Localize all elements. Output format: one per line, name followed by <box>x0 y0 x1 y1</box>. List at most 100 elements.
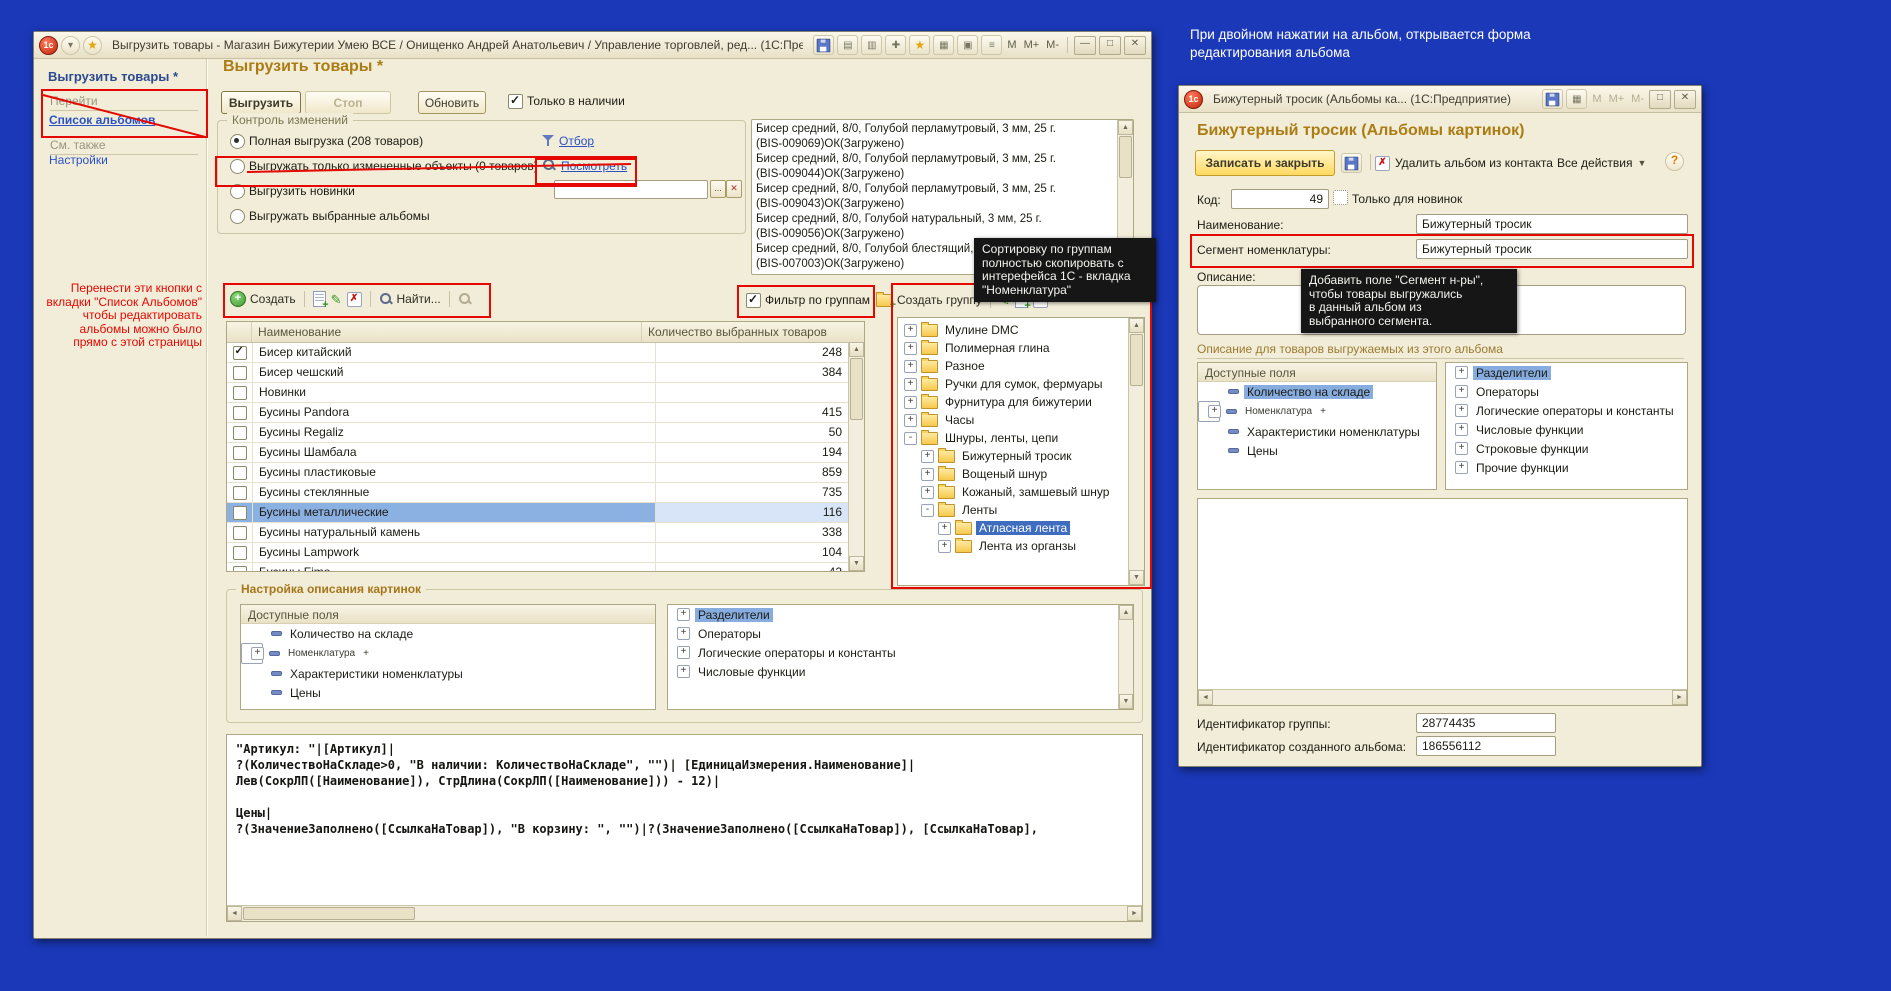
row-checkbox-cell[interactable] <box>227 483 253 502</box>
album-operator-item[interactable]: Числовые функции <box>1446 420 1687 439</box>
choose-button[interactable]: ... <box>710 180 726 198</box>
album-toolbar-save-icon[interactable] <box>1341 153 1362 173</box>
tree-item[interactable]: Атласная лента <box>898 519 1144 537</box>
calculator-icon[interactable]: ≡ <box>981 35 1002 55</box>
minimize-button[interactable]: — <box>1074 36 1096 55</box>
row-checkbox[interactable] <box>233 566 247 573</box>
tree-expander-icon[interactable] <box>904 432 917 445</box>
edit-item-icon[interactable]: ✎ <box>331 293 342 306</box>
table-scroll-thumb[interactable] <box>850 358 863 420</box>
segment-input[interactable]: Бижутерный тросик <box>1416 239 1688 259</box>
calendar-icon[interactable]: ▣ <box>957 35 978 55</box>
tree-item[interactable]: Лента из органзы <box>898 537 1144 555</box>
table-scroll-down-icon[interactable]: ▼ <box>849 556 864 571</box>
row-checkbox[interactable] <box>233 446 247 460</box>
new-items-input[interactable] <box>554 180 708 199</box>
album-scroll-left-icon[interactable]: ◄ <box>1198 690 1213 705</box>
tree-expander-icon[interactable] <box>921 486 934 499</box>
new-items-radio[interactable] <box>230 184 245 199</box>
operator-item[interactable]: Разделители <box>668 605 1133 624</box>
album-operator-item[interactable]: Операторы <box>1446 382 1687 401</box>
row-checkbox[interactable] <box>233 346 247 360</box>
print-preview-icon[interactable]: ▥ <box>861 35 882 55</box>
tree-expander-icon[interactable] <box>904 396 917 409</box>
album-h-scrollbar[interactable]: ◄ ► <box>1198 689 1687 705</box>
operator-expander-icon[interactable] <box>677 627 690 640</box>
album-id-input[interactable]: 186556112 <box>1416 736 1556 756</box>
upload-button[interactable]: Выгрузить <box>221 91 301 114</box>
table-row[interactable]: Бусины стеклянные 735 <box>227 483 864 503</box>
name-column-header[interactable]: Наименование <box>252 322 642 342</box>
tree-expander-icon[interactable] <box>921 504 934 517</box>
row-checkbox-cell[interactable] <box>227 363 253 382</box>
album-operator-expander-icon[interactable] <box>1455 385 1468 398</box>
checkbox-column-header[interactable] <box>227 322 252 342</box>
favorites-star-icon[interactable]: ★ <box>83 36 102 55</box>
field-item[interactable]: Характеристики номенклатуры <box>241 664 655 683</box>
refresh-button[interactable]: Обновить <box>418 91 486 114</box>
tree-item[interactable]: Фурнитура для бижутерии <box>898 393 1144 411</box>
clear-button[interactable]: ✕ <box>726 180 742 198</box>
row-checkbox[interactable] <box>233 426 247 440</box>
album-operator-item[interactable]: Разделители <box>1446 363 1687 382</box>
row-checkbox[interactable] <box>233 466 247 480</box>
create-group-button[interactable]: Создать группу <box>876 293 982 307</box>
close-button[interactable]: ✕ <box>1124 36 1146 55</box>
tree-item[interactable]: Разное <box>898 357 1144 375</box>
row-checkbox[interactable] <box>233 486 247 500</box>
table-row[interactable]: Бусины Pandora 415 <box>227 403 864 423</box>
table-row[interactable]: Бусины пластиковые 859 <box>227 463 864 483</box>
save-and-close-button[interactable]: Записать и закрыть <box>1195 150 1335 176</box>
row-checkbox[interactable] <box>233 506 247 520</box>
row-checkbox-cell[interactable] <box>227 423 253 442</box>
tree-expander-icon[interactable] <box>938 522 951 535</box>
table-row[interactable]: Новинки <box>227 383 864 403</box>
code-scroll-left-icon[interactable]: ◄ <box>227 906 242 921</box>
album-scroll-right-icon[interactable]: ► <box>1672 690 1687 705</box>
table-row[interactable]: Бусины Lampwork 104 <box>227 543 864 563</box>
row-checkbox[interactable] <box>233 366 247 380</box>
tree-expander-icon[interactable] <box>904 360 917 373</box>
table-row[interactable]: Бусины Regaliz 50 <box>227 423 864 443</box>
album-field-item[interactable]: Номенклатура <box>1198 401 1220 422</box>
album-operator-item[interactable]: Строковые функции <box>1446 439 1687 458</box>
stop-button[interactable]: Стоп <box>305 91 391 114</box>
print-icon[interactable]: ▤ <box>837 35 858 55</box>
album-services-icon[interactable]: ▦ <box>1566 89 1587 109</box>
description-template-editor[interactable]: "Артикул: "|[Артикул]|?(КоличествоНаСкла… <box>226 734 1143 922</box>
view-link[interactable]: Посмотреть <box>561 159 627 173</box>
code-h-scrollbar[interactable]: ◄ ► <box>227 905 1142 921</box>
zoom-normal-button[interactable]: М <box>1005 39 1018 51</box>
template-code[interactable]: "Артикул: "|[Артикул]|?(КоличествоНаСкла… <box>236 741 1138 903</box>
available-fields-panel[interactable]: Доступные поля Количество на складе Номе… <box>240 604 656 710</box>
all-actions-button[interactable]: Все действия ▼ <box>1557 151 1646 175</box>
products-table[interactable]: Наименование Количество выбранных товаро… <box>226 321 865 572</box>
album-close-button[interactable]: ✕ <box>1674 90 1696 109</box>
tree-expander-icon[interactable] <box>938 540 951 553</box>
field-item[interactable]: Номенклатура <box>241 643 263 664</box>
table-row[interactable]: Бусины Шамбала 194 <box>227 443 864 463</box>
operators-scrollbar[interactable]: ▲ ▼ <box>1118 605 1133 709</box>
field-item[interactable]: Цены <box>241 683 655 702</box>
log-scroll-thumb[interactable] <box>1119 136 1132 178</box>
add-favorite-icon[interactable]: ✚ <box>885 35 906 55</box>
tree-expander-icon[interactable] <box>904 378 917 391</box>
row-checkbox-cell[interactable] <box>227 403 253 422</box>
row-checkbox-cell[interactable] <box>227 503 253 522</box>
tree-expander-icon[interactable] <box>904 414 917 427</box>
tree-scroll-thumb[interactable] <box>1130 334 1143 386</box>
full-upload-radio[interactable] <box>230 134 245 149</box>
album-field-item[interactable]: Характеристики номенклатуры <box>1198 422 1436 441</box>
sidebar-item-settings[interactable]: Настройки <box>49 153 108 167</box>
album-operator-expander-icon[interactable] <box>1455 366 1468 379</box>
album-fields-panel[interactable]: Доступные поля Количество на складе Номе… <box>1197 362 1437 490</box>
row-checkbox-cell[interactable] <box>227 523 253 542</box>
album-operator-item[interactable]: Логические операторы и константы <box>1446 401 1687 420</box>
row-checkbox-cell[interactable] <box>227 383 253 402</box>
find-button[interactable]: Найти... <box>379 292 441 306</box>
album-description-editor[interactable]: ◄ ► <box>1197 498 1688 706</box>
zoom-in-button[interactable]: М+ <box>1022 39 1042 51</box>
operators-scroll-up-icon[interactable]: ▲ <box>1119 605 1133 620</box>
tree-item[interactable]: Вощеный шнур <box>898 465 1144 483</box>
tree-scrollbar[interactable]: ▲ ▼ <box>1128 318 1144 585</box>
